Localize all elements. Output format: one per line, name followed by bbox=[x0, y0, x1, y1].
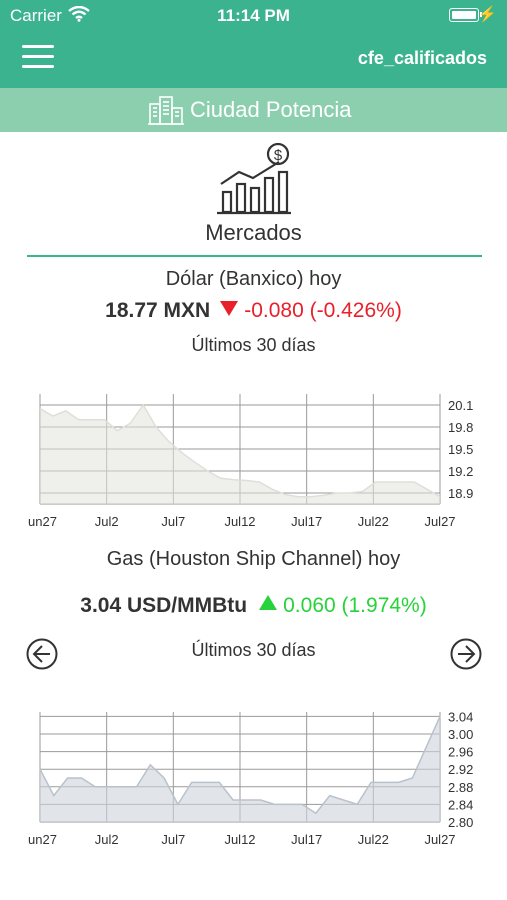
dolar-chart: 20.1 19.8 19.5 19.2 18.9 un27 Jul2 Jul7 Jul12 Jul… bbox=[28, 394, 473, 529]
x-tick-label: Jul17 bbox=[291, 514, 322, 529]
username-label: cfe_calificados bbox=[357, 48, 487, 68]
x-tick-label: un27 bbox=[28, 832, 57, 847]
y-tick-label: 2.88 bbox=[448, 780, 473, 795]
x-tick-label: Jul22 bbox=[358, 832, 389, 847]
y-tick-label: 2.92 bbox=[448, 762, 473, 777]
next-arrow-icon[interactable] bbox=[450, 638, 482, 670]
status-bar: Carrier 11:14 PM ⚡ bbox=[0, 0, 507, 32]
x-tick-label: un27 bbox=[28, 514, 57, 529]
x-tick-label: Jul7 bbox=[161, 832, 185, 847]
x-tick-label: Jul27 bbox=[424, 514, 455, 529]
section-title: Mercados bbox=[205, 220, 302, 245]
x-tick-label: Jul22 bbox=[358, 514, 389, 529]
building-icon bbox=[148, 94, 184, 131]
x-tick-label: Jul12 bbox=[224, 832, 255, 847]
gas-change: 0.060 (1.974%) bbox=[283, 594, 427, 617]
y-tick-label: 19.8 bbox=[448, 420, 473, 435]
gas-price: 3.04 USD/MMBtu bbox=[80, 594, 248, 617]
gas-quote: 3.04 USD/MMBtu 0.060 (1.974%) bbox=[0, 594, 507, 618]
dolar-quote: 18.77 MXN -0.080 (-0.426%) bbox=[0, 299, 507, 323]
y-tick-label: 2.80 bbox=[448, 815, 473, 830]
y-tick-label: 2.84 bbox=[448, 797, 473, 812]
y-tick-label: 19.2 bbox=[448, 464, 473, 479]
up-arrow-icon bbox=[259, 595, 278, 610]
y-tick-label: 3.04 bbox=[448, 709, 473, 724]
battery-icon bbox=[449, 8, 482, 22]
x-tick-label: Jul27 bbox=[424, 832, 455, 847]
x-tick-label: Jul12 bbox=[224, 514, 255, 529]
x-tick-label: Jul7 bbox=[161, 514, 185, 529]
y-tick-label: 18.9 bbox=[448, 486, 473, 501]
gas-heading: Gas (Houston Ship Channel) hoy bbox=[106, 548, 401, 570]
dolar-price: 18.77 MXN bbox=[105, 299, 211, 322]
nav-bar: cfe_calificados bbox=[0, 32, 507, 88]
y-tick-label: 20.1 bbox=[448, 398, 473, 413]
x-tick-label: Jul17 bbox=[291, 832, 322, 847]
down-arrow-icon bbox=[220, 301, 239, 316]
charging-icon: ⚡ bbox=[478, 6, 497, 23]
x-tick-label: Jul2 bbox=[95, 832, 119, 847]
gas-chart: 3.04 3.00 2.96 2.92 2.88 2.84 2.80 un27 Jul2 Jul7… bbox=[28, 709, 473, 847]
y-tick-label: 2.96 bbox=[448, 745, 473, 760]
gas-period: Últimos 30 días bbox=[191, 640, 316, 660]
status-time: 11:14 PM bbox=[217, 6, 290, 25]
company-title: Ciudad Potencia bbox=[190, 97, 352, 122]
section-divider bbox=[27, 255, 482, 257]
y-tick-label: 19.5 bbox=[448, 442, 473, 457]
dolar-heading: Dólar (Banxico) hoy bbox=[165, 268, 342, 290]
menu-icon[interactable] bbox=[22, 42, 54, 72]
market-chart-icon: $ bbox=[215, 140, 295, 221]
dolar-period: Últimos 30 días bbox=[191, 335, 316, 355]
y-tick-label: 3.00 bbox=[448, 727, 473, 742]
dolar-change: -0.080 (-0.426%) bbox=[244, 299, 402, 322]
company-bar: Ciudad Potencia bbox=[0, 88, 507, 132]
x-tick-label: Jul2 bbox=[95, 514, 119, 529]
